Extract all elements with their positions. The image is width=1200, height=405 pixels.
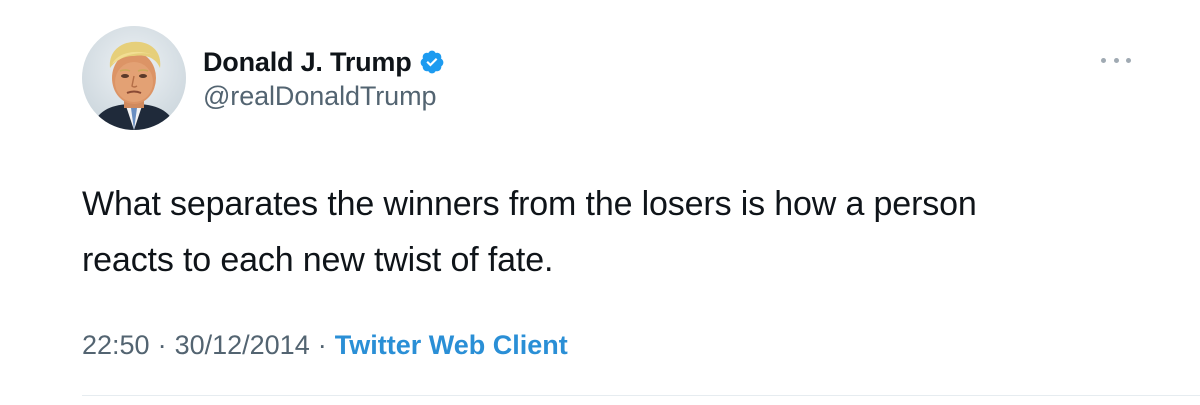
more-dot <box>1113 57 1119 63</box>
tweet-date[interactable]: 30/12/2014 <box>175 330 310 361</box>
author-name-row: Donald J. Trump <box>203 42 445 82</box>
author-handle[interactable]: @realDonaldTrump <box>203 81 437 112</box>
verified-badge-icon <box>419 49 445 75</box>
more-dot <box>1126 57 1131 63</box>
tweet-text-line: What separates the winners from the lose… <box>82 185 977 223</box>
tweet-card: Donald J. Trump @realDonaldTrump What se… <box>0 0 1200 405</box>
avatar[interactable] <box>82 26 186 130</box>
more-options-icon[interactable] <box>1101 48 1131 72</box>
tweet-text: What separates the winners from the lose… <box>82 176 1172 288</box>
more-dot <box>1101 57 1106 63</box>
tweet-text-line: reacts to each new twist of fate. <box>82 241 554 279</box>
author-display-name[interactable]: Donald J. Trump <box>203 47 412 78</box>
tweet-time[interactable]: 22:50 <box>82 330 150 361</box>
meta-separator: · <box>157 330 167 360</box>
tweet-meta: 22:50 · 30/12/2014 · Twitter Web Client <box>82 330 568 361</box>
divider <box>82 395 1200 396</box>
meta-separator: · <box>317 330 327 360</box>
tweet-source-link[interactable]: Twitter Web Client <box>335 330 568 361</box>
avatar-image <box>82 26 186 130</box>
